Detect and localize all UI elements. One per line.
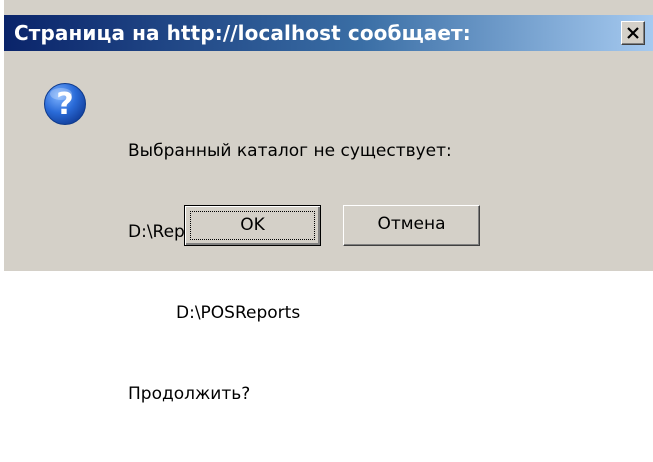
question-icon: ? [44, 83, 86, 125]
dialog-title: Страница на http://localhost сообщает: [14, 21, 471, 45]
svg-text:?: ? [56, 87, 73, 122]
ok-button[interactable]: OK [184, 205, 321, 246]
dialog-top-edge [4, 0, 653, 15]
message-line: Выбранный каталог не существует: [128, 141, 452, 161]
message-line: Продолжить? [128, 384, 251, 404]
dialog-message: Выбранный каталог не существует: D:\Repo… [128, 84, 452, 462]
ok-button-label: OK [190, 211, 315, 240]
message-line: D:\POSReports [176, 303, 301, 323]
close-button[interactable] [621, 21, 645, 45]
title-bar[interactable]: Страница на http://localhost сообщает: [4, 15, 653, 51]
alert-dialog: Страница на http://localhost сообщает: ?… [4, 0, 653, 404]
close-icon [627, 27, 639, 39]
cancel-button[interactable]: Отмена [343, 205, 480, 246]
